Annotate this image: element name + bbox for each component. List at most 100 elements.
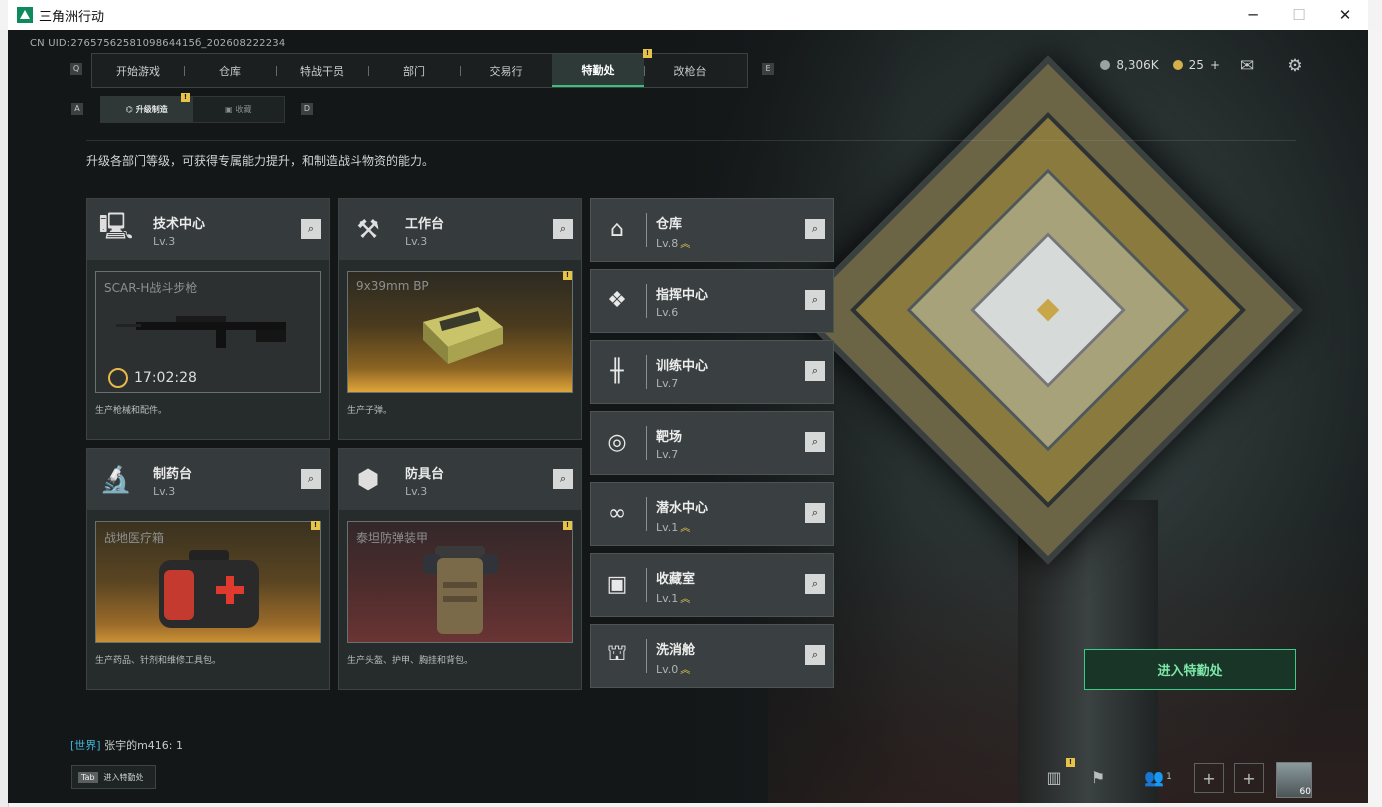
- product-alert-badge: !: [563, 271, 572, 280]
- settings-gear-icon[interactable]: ⚙: [1284, 56, 1306, 76]
- diving-mask-icon: ∞: [607, 500, 627, 526]
- card-description: 生产头盔、护甲、胸挂和背包。: [347, 656, 474, 666]
- game-viewport: CN UID:2765756258109864415б_202608222234…: [8, 30, 1368, 803]
- currency-amount-1: 8,306K: [1116, 58, 1159, 72]
- coin-silver-icon: [1100, 60, 1111, 70]
- search-icon[interactable]: ⌕: [805, 361, 825, 381]
- timer-icon: [108, 368, 128, 388]
- dept-decon-chamber[interactable]: ⛫ 洗消舱 Lv.0 ︽ ⌕: [590, 624, 834, 688]
- chat-channel: [世界]: [70, 739, 101, 752]
- search-icon[interactable]: ⌕: [553, 469, 573, 489]
- craft-timer: 17:02:28: [108, 368, 197, 388]
- search-icon[interactable]: ⌕: [805, 574, 825, 594]
- tab-trade[interactable]: 交易行: [460, 54, 552, 87]
- tab-start-game[interactable]: 开始游戏: [92, 54, 184, 87]
- search-icon[interactable]: ⌕: [805, 219, 825, 239]
- chat-line: [世界] 张宇的m416: 1: [70, 737, 183, 753]
- product-slot[interactable]: 战地医疗箱: [95, 521, 321, 643]
- window-title: 三角洲行动: [39, 9, 105, 25]
- add-party-slot-2-icon[interactable]: +: [1234, 763, 1264, 793]
- card-pharmacy[interactable]: 🔬 制药台 Lv.3 ⌕ 战地医疗箱 ! 生产药品、针剂和维修工具包。: [86, 448, 330, 690]
- app-logo-icon: [17, 7, 33, 23]
- card-armor-bench[interactable]: ⬢ 防具台 Lv.3 ⌕ 泰坦防弹装甲 ! 生产头盔、护甲、胸挂和背包。: [338, 448, 582, 690]
- dept-title: 潜水中心: [656, 501, 709, 516]
- tab-gunsmith[interactable]: 改枪台: [644, 54, 736, 87]
- collection-tab-icon: ▣: [224, 105, 233, 114]
- dept-collection-room[interactable]: ▣ 收藏室 Lv.1 ︽ ⌕: [590, 553, 834, 617]
- enter-special-ops-button[interactable]: 进入特勤处: [1084, 649, 1296, 690]
- dept-shooting-range[interactable]: ◎ 靶场 Lv.7 ⌕: [590, 411, 834, 475]
- card-header: ⚒ 工作台 Lv.3 ⌕: [339, 199, 581, 260]
- product-slot[interactable]: 9x39mm BP: [347, 271, 573, 393]
- close-button[interactable]: ✕: [1322, 0, 1368, 30]
- card-tech-center[interactable]: 🖳 技术中心 Lv.3 ⌕ SCAR-H战斗步枪 17:02:28 生产枪械和配…: [86, 198, 330, 440]
- dept-warehouse[interactable]: ⌂ 仓库 Lv.8 ︽ ⌕: [590, 198, 834, 262]
- main-nav: 开始游戏 仓库 特战干员 部门 交易行 特勤处 改枪台: [91, 53, 748, 88]
- nav-key-q: Q: [70, 63, 82, 75]
- decon-icon: ⛫: [606, 641, 628, 666]
- add-currency-button[interactable]: +: [1210, 58, 1220, 72]
- search-icon[interactable]: ⌕: [805, 503, 825, 523]
- avatar-level: 60: [1299, 787, 1311, 797]
- command-icon: ❖: [607, 287, 627, 313]
- tab-upgrade-craft[interactable]: ⌬ 升级制造: [101, 97, 193, 122]
- dept-diving-center[interactable]: ∞ 潜水中心 Lv.1 ︽ ⌕: [590, 482, 834, 546]
- nav-alert-badge: !: [643, 49, 652, 58]
- dept-level: Lv.0 ︽: [656, 663, 691, 676]
- tab-collection[interactable]: ▣ 收藏: [193, 97, 285, 122]
- search-icon[interactable]: ⌕: [805, 290, 825, 310]
- tab-upgrade-craft-label: 升级制造: [135, 105, 168, 114]
- tools-icon: ⚒: [356, 215, 380, 245]
- dept-level: Lv.6: [656, 306, 679, 319]
- tab-warehouse[interactable]: 仓库: [184, 54, 276, 87]
- intro-text: 升级各部门等级，可获得专属能力提升，和制造战斗物资的能力。: [86, 154, 435, 168]
- stats-alert-badge: !: [1066, 758, 1075, 767]
- avatar[interactable]: 60: [1276, 762, 1312, 798]
- search-icon[interactable]: ⌕: [805, 432, 825, 452]
- product-name: SCAR-H战斗步枪: [104, 281, 198, 295]
- background-window-edge-right: [1368, 30, 1382, 807]
- product-slot[interactable]: SCAR-H战斗步枪 17:02:28: [95, 271, 321, 393]
- tab-special-ops[interactable]: 特勤处: [552, 54, 644, 87]
- search-icon[interactable]: ⌕: [301, 469, 321, 489]
- tab-enter-hint[interactable]: Tab 进入特勤处: [71, 765, 156, 789]
- card-description: 生产子弹。: [347, 406, 393, 416]
- currency-amount-2: 25: [1188, 58, 1204, 72]
- mail-icon[interactable]: ✉: [1236, 56, 1258, 76]
- window-titlebar: 三角洲行动 ─ ☐ ✕: [8, 0, 1368, 31]
- card-title: 工作台: [405, 217, 445, 232]
- add-party-slot-1-icon[interactable]: +: [1194, 763, 1224, 793]
- collection-icon: ▣: [606, 571, 628, 597]
- dept-training-center[interactable]: ╫ 训练中心 Lv.7 ⌕: [590, 340, 834, 404]
- friends-icon[interactable]: 👥 1: [1138, 763, 1178, 791]
- card-workbench[interactable]: ⚒ 工作台 Lv.3 ⌕ 9x39mm BP ! 生产子弹。: [338, 198, 582, 440]
- minimize-button[interactable]: ─: [1230, 0, 1276, 30]
- search-icon[interactable]: ⌕: [553, 219, 573, 239]
- armor-blocks-icon: ⬢: [356, 465, 380, 495]
- craft-icon: ⌬: [125, 105, 133, 114]
- search-icon[interactable]: ⌕: [301, 219, 321, 239]
- product-alert-badge: !: [311, 521, 320, 530]
- dept-level: Lv.7: [656, 448, 679, 461]
- subnav-key-a: A: [71, 103, 83, 115]
- tab-operators[interactable]: 特战干员: [276, 54, 368, 87]
- rifle-image: [116, 316, 286, 348]
- maximize-button[interactable]: ☐: [1276, 0, 1322, 30]
- product-slot[interactable]: 泰坦防弹装甲: [347, 521, 573, 643]
- product-name: 9x39mm BP: [356, 279, 429, 293]
- upgrade-arrow-icon: ︽: [680, 523, 691, 534]
- ammo-box-image: [423, 307, 503, 364]
- sub-nav: ⌬ 升级制造 ▣ 收藏: [100, 96, 285, 123]
- tab-departments[interactable]: 部门: [368, 54, 460, 87]
- dumbbell-icon: ╫: [610, 358, 624, 384]
- card-header: ⬢ 防具台 Lv.3 ⌕: [339, 449, 581, 510]
- card-description: 生产枪械和配件。: [95, 406, 168, 416]
- stats-chart-icon[interactable]: ▥: [1040, 763, 1068, 791]
- dept-level: Lv.7: [656, 377, 679, 390]
- dept-command-center[interactable]: ❖ 指挥中心 Lv.6 ⌕: [590, 269, 834, 333]
- flag-icon[interactable]: ⚑: [1084, 763, 1112, 791]
- tab-collection-label: 收藏: [235, 105, 252, 114]
- search-icon[interactable]: ⌕: [805, 645, 825, 665]
- dept-level: Lv.1 ︽: [656, 521, 691, 534]
- dept-title: 收藏室: [656, 572, 696, 587]
